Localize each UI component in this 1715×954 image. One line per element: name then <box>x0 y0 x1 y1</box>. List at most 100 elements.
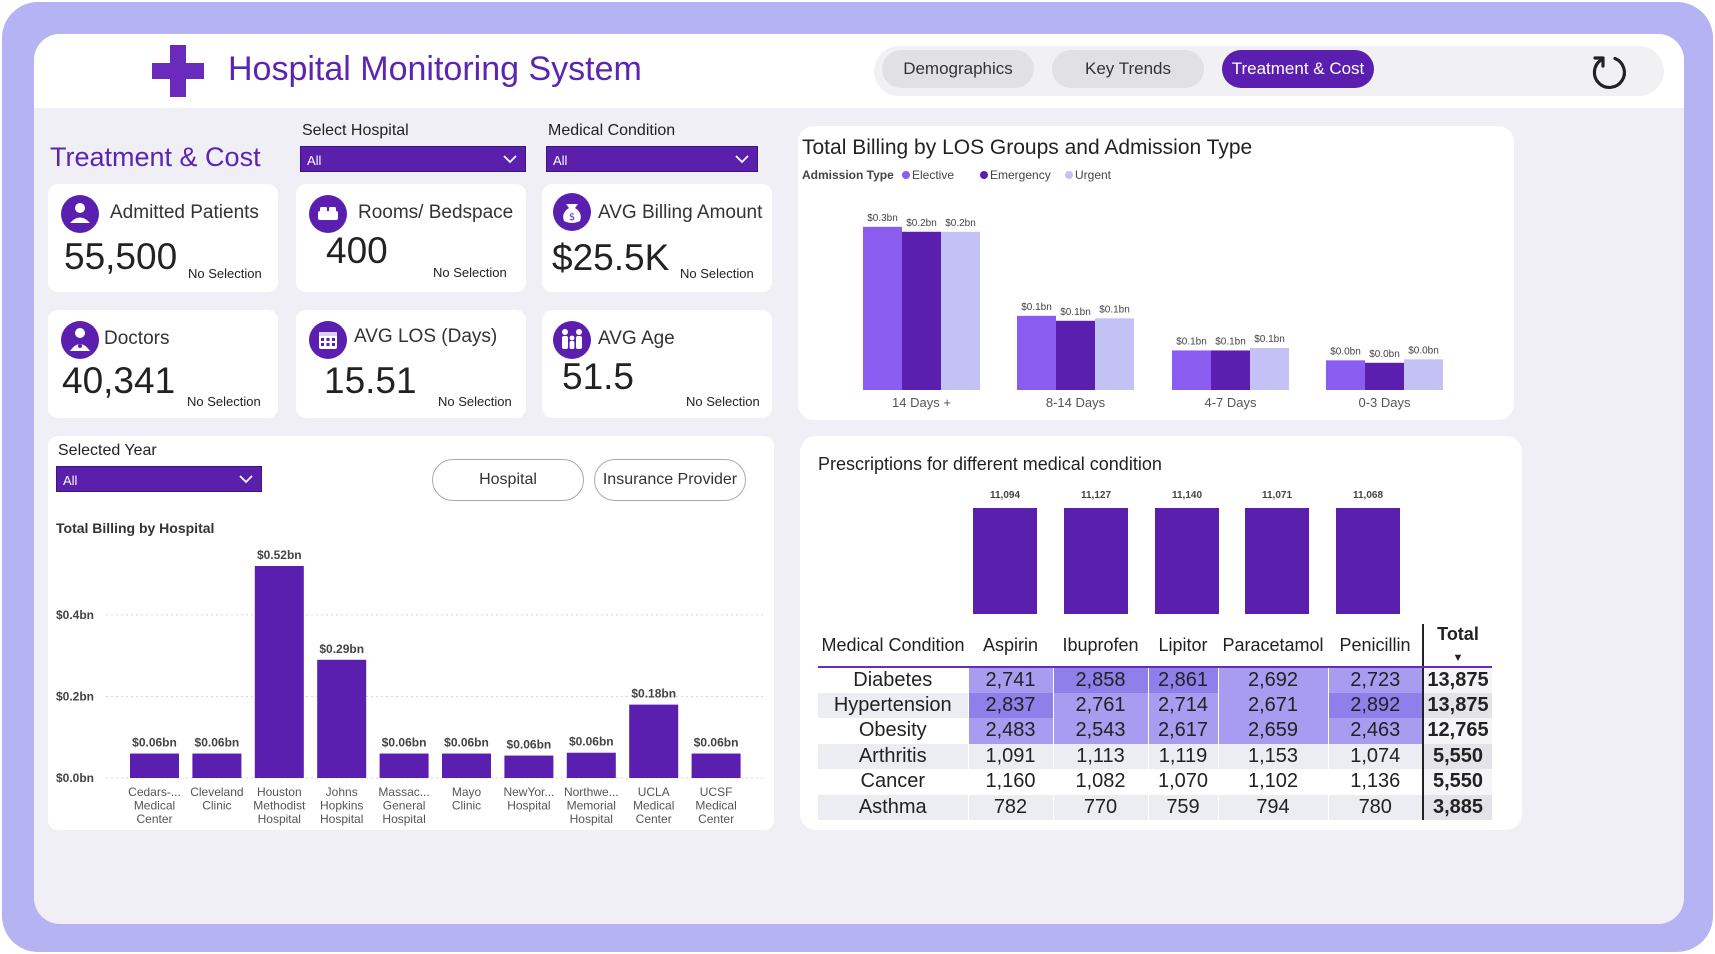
x-tick-label: 14 Days + <box>892 395 951 410</box>
legend-marker-emergency <box>980 171 988 179</box>
row-total-cell: 5,550 <box>1422 769 1492 795</box>
data-label: $0.52bn <box>257 548 302 562</box>
x-tick-label: UCSF Medical Center <box>695 785 736 826</box>
app-title: Hospital Monitoring System <box>228 50 642 88</box>
bar <box>566 752 616 778</box>
row-label: Hypertension <box>818 692 968 718</box>
row-total-cell: 5,550 <box>1422 743 1492 769</box>
table-cell: 1,082 <box>1052 769 1148 795</box>
x-tick-label: Johns Hopkins Hospital <box>320 785 363 826</box>
tab-demographics[interactable]: Demographics <box>882 50 1034 88</box>
table-cell: 2,659 <box>1217 718 1328 744</box>
data-label: 11,140 <box>1172 490 1202 501</box>
bar-elective <box>1017 315 1056 390</box>
year-filter-value: All <box>63 473 78 488</box>
bar-urgent <box>1095 318 1134 390</box>
data-label: 11,127 <box>1081 490 1111 501</box>
data-label: $0.06bn <box>507 738 552 752</box>
data-label: $0.1bn <box>1176 336 1207 347</box>
x-tick-label: 8-14 Days <box>1046 395 1106 410</box>
table-cell: 1,160 <box>967 769 1053 795</box>
table-row[interactable]: Cancer 1,160 1,082 1,070 1,102 1,136 5,550 <box>818 769 1492 795</box>
hospital-filter-label: Select Hospital <box>302 122 409 139</box>
refresh-icon[interactable] <box>1589 52 1629 92</box>
kpi-selection-status: No Selection <box>187 394 261 409</box>
table-cell: 2,892 <box>1327 692 1423 718</box>
x-tick-label: 4-7 Days <box>1204 395 1257 410</box>
table-cell: 1,153 <box>1217 743 1328 769</box>
y-tick-label: $0.0bn <box>56 771 94 785</box>
table-cell: 770 <box>1052 794 1148 820</box>
data-label: $0.06bn <box>195 736 240 750</box>
kpi-value: 400 <box>326 230 388 271</box>
kpi-card-avg-billing: $ AVG Billing Amount $25.5K No Selection <box>542 184 772 292</box>
bar-emergency <box>1365 362 1404 390</box>
los-billing-chart: Admission Type Elective Emergency Urgent $0.… <box>802 168 1443 410</box>
bar-elective <box>863 226 902 390</box>
table-row[interactable]: Asthma 782 770 759 794 780 3,885 <box>818 794 1492 820</box>
kpi-label: AVG Age <box>598 328 675 349</box>
table-cell: 2,692 <box>1217 667 1328 693</box>
column-header[interactable]: Lipitor <box>1148 624 1218 668</box>
kpi-label: Admitted Patients <box>110 202 259 223</box>
data-label: 11,068 <box>1353 490 1383 501</box>
table-row[interactable]: Hypertension 2,837 2,761 2,714 2,671 2,892 13,… <box>818 692 1492 718</box>
table-row[interactable]: Obesity 2,483 2,543 2,617 2,659 2,463 12,765 <box>818 718 1492 744</box>
column-header-label: Total <box>1437 624 1479 644</box>
data-label: $0.06bn <box>382 736 427 750</box>
kpi-label: AVG Billing Amount <box>598 202 763 223</box>
legend-label-emergency: Emergency <box>990 168 1051 182</box>
chevron-down-icon <box>239 475 253 484</box>
data-label: $0.1bn <box>1021 302 1052 313</box>
hospital-billing-chart: $0.0bn $0.2bn $0.4bn $0.06bn Cedars-... Medic… <box>56 548 764 826</box>
section-title: Treatment & Cost <box>50 142 261 172</box>
table-row[interactable]: Diabetes 2,741 2,858 2,861 2,692 2,723 13,875 <box>818 667 1492 693</box>
data-label: $0.2bn <box>906 218 937 229</box>
y-tick-label: $0.2bn <box>56 689 94 703</box>
kpi-card-rooms: Rooms/ Bedspace 400 No Selection <box>296 184 526 292</box>
page-navigator: Demographics Key Trends Treatment & Cost <box>874 46 1664 96</box>
row-label: Arthritis <box>818 743 968 769</box>
data-label: $0.0bn <box>1408 345 1439 356</box>
table-cell: 759 <box>1147 794 1218 820</box>
column-header[interactable]: Paracetamol <box>1218 624 1328 668</box>
bar-urgent <box>941 231 980 390</box>
prescriptions-table: Medical Condition Aspirin Ibuprofen Lipi… <box>818 624 1492 820</box>
chart-title: Total Billing by LOS Groups and Admissio… <box>802 136 1253 159</box>
column-header[interactable]: Aspirin <box>968 624 1053 668</box>
tab-key-trends[interactable]: Key Trends <box>1052 50 1204 88</box>
hospital-toggle-button[interactable]: Hospital <box>432 459 584 501</box>
bar-elective <box>1326 360 1365 390</box>
column-header[interactable]: Penicillin <box>1328 624 1423 668</box>
data-label: $0.1bn <box>1060 307 1091 318</box>
legend-title: Admission Type <box>802 168 894 182</box>
bar <box>442 753 491 778</box>
bar-penicillin <box>1336 508 1400 614</box>
column-header-total[interactable]: Total ▼ <box>1422 624 1492 668</box>
row-total-cell: 3,885 <box>1422 794 1492 820</box>
table-cell: 1,119 <box>1147 743 1218 769</box>
kpi-selection-status: No Selection <box>188 266 262 281</box>
kpi-selection-status: No Selection <box>433 265 507 280</box>
hospital-billing-panel: Selected Year All Hospital Insurance Pro… <box>48 436 774 830</box>
row-total-cell: 13,875 <box>1422 692 1492 718</box>
tab-treatment-cost[interactable]: Treatment & Cost <box>1222 50 1374 88</box>
app-canvas: Hospital Monitoring System Demographics … <box>34 34 1684 924</box>
chevron-down-icon <box>735 155 749 164</box>
table-row[interactable]: Arthritis 1,091 1,113 1,119 1,153 1,074 5,550 <box>818 743 1492 769</box>
row-label: Cancer <box>860 770 925 793</box>
medical-cross-icon <box>152 45 204 97</box>
insurance-provider-toggle-button[interactable]: Insurance Provider <box>594 459 746 501</box>
kpi-card-avg-age: AVG Age 51.5 No Selection <box>542 310 772 418</box>
table-cell: 2,761 <box>1052 692 1148 718</box>
year-filter-dropdown[interactable]: All <box>56 466 262 492</box>
table-cell: 1,102 <box>1217 769 1328 795</box>
condition-filter-dropdown[interactable]: All <box>546 146 758 172</box>
column-header[interactable]: Ibuprofen <box>1053 624 1148 668</box>
los-billing-panel: Total Billing by LOS Groups and Admissio… <box>798 126 1514 420</box>
column-header[interactable]: Medical Condition <box>818 624 968 668</box>
kpi-value: 51.5 <box>562 356 635 397</box>
hospital-filter-dropdown[interactable]: All <box>300 146 526 172</box>
x-tick-label: Cedars-... Medical Center <box>128 785 181 826</box>
kpi-value: 55,500 <box>64 236 178 277</box>
